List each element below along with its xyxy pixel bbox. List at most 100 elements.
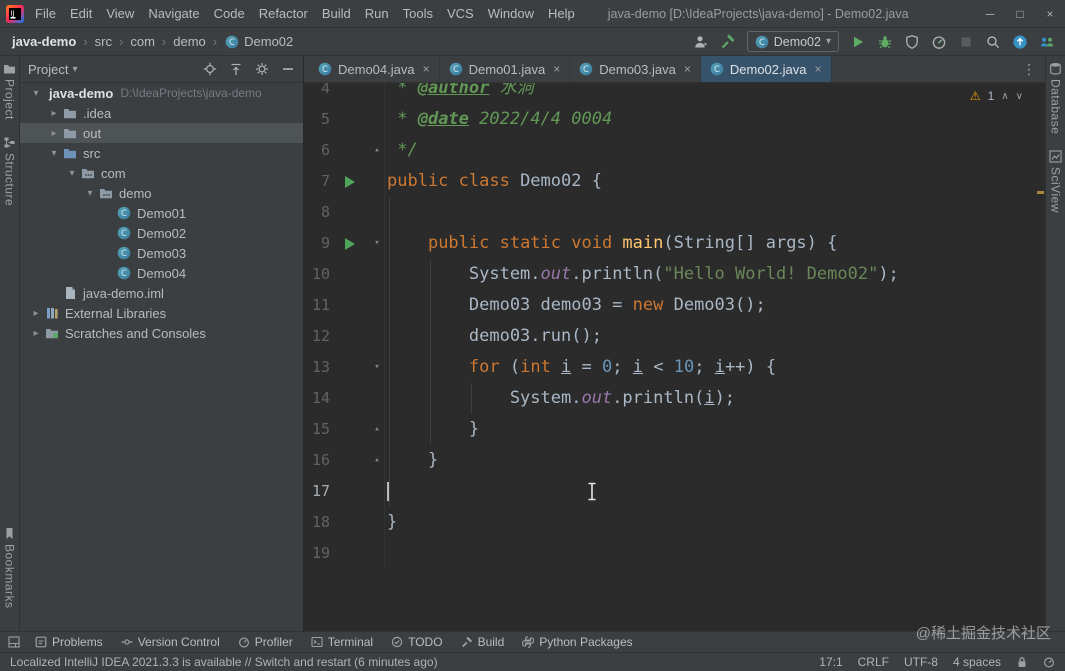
chevron-right-icon[interactable]: ▸ bbox=[28, 308, 44, 319]
build-hammer-icon[interactable] bbox=[720, 34, 736, 50]
tool-window-button-problems[interactable]: Problems bbox=[26, 632, 112, 652]
tool-window-button-project[interactable]: Project bbox=[3, 62, 17, 120]
gear-icon[interactable] bbox=[255, 62, 269, 76]
error-stripe-warning-mark[interactable] bbox=[1037, 191, 1044, 194]
tab-demo02-java[interactable]: CDemo02.java× bbox=[701, 56, 832, 82]
run-configuration-select[interactable]: CDemo02▾ bbox=[747, 31, 839, 52]
close-button[interactable]: × bbox=[1035, 0, 1065, 27]
code-line-4[interactable]: 4 * @author 水洞 bbox=[304, 83, 1045, 104]
debug-icon[interactable] bbox=[877, 34, 893, 50]
next-issue-icon[interactable]: ∨ bbox=[1016, 91, 1023, 102]
lock-icon[interactable] bbox=[1016, 656, 1028, 668]
tree-item-out[interactable]: ▸out bbox=[20, 123, 303, 143]
tool-window-button-version-control[interactable]: Version Control bbox=[112, 632, 229, 652]
tree-item-com[interactable]: ▾com bbox=[20, 163, 303, 183]
tool-window-button-terminal[interactable]: Terminal bbox=[302, 632, 382, 652]
chevron-right-icon[interactable]: ▸ bbox=[28, 328, 44, 339]
line-separator-widget[interactable]: CRLF bbox=[858, 655, 889, 669]
tree-item-demo02[interactable]: CDemo02 bbox=[20, 223, 303, 243]
tree-item-java-demo[interactable]: ▾java-demoD:\IdeaProjects\java-demo bbox=[20, 83, 303, 103]
project-panel-title[interactable]: Project bbox=[28, 62, 68, 77]
run-icon[interactable] bbox=[850, 34, 866, 50]
breadcrumb-item-src[interactable]: src bbox=[93, 34, 114, 49]
breadcrumb-item-java-demo[interactable]: java-demo bbox=[10, 34, 78, 49]
chevron-down-icon[interactable]: ▾ bbox=[72, 64, 77, 75]
fold-up-icon[interactable]: ▴ bbox=[370, 445, 384, 476]
more-tabs-icon[interactable]: ⋮ bbox=[1022, 61, 1036, 78]
code-line-8[interactable]: 8 bbox=[304, 197, 1045, 228]
code-line-9[interactable]: 9▾ public static void main(String[] args… bbox=[304, 228, 1045, 259]
menu-edit[interactable]: Edit bbox=[63, 6, 99, 21]
tree-item-demo04[interactable]: CDemo04 bbox=[20, 263, 303, 283]
tree-item-demo01[interactable]: CDemo01 bbox=[20, 203, 303, 223]
menu-refactor[interactable]: Refactor bbox=[252, 6, 315, 21]
tree-item-idea[interactable]: ▸.idea bbox=[20, 103, 303, 123]
tree-item-demo[interactable]: ▾demo bbox=[20, 183, 303, 203]
code-line-5[interactable]: 5 * @date 2022/4/4 0004 bbox=[304, 104, 1045, 135]
menu-help[interactable]: Help bbox=[541, 6, 582, 21]
breadcrumb-item-demo[interactable]: demo bbox=[171, 34, 208, 49]
menu-run[interactable]: Run bbox=[358, 6, 396, 21]
editor[interactable]: 4 * @author 水洞5 * @date 2022/4/4 00046▴ … bbox=[304, 83, 1045, 631]
tool-window-button-database[interactable]: Database bbox=[1049, 62, 1063, 134]
search-icon[interactable] bbox=[985, 34, 1001, 50]
code-line-15[interactable]: 15▴ } bbox=[304, 414, 1045, 445]
breadcrumb-item-com[interactable]: com bbox=[128, 34, 157, 49]
fold-up-icon[interactable]: ▴ bbox=[370, 414, 384, 445]
inspections-widget[interactable]: ⚠ 1 ∧ ∨ bbox=[970, 89, 1023, 103]
menu-navigate[interactable]: Navigate bbox=[141, 6, 206, 21]
code-with-me-icon[interactable] bbox=[1039, 34, 1055, 50]
chevron-down-icon[interactable]: ▾ bbox=[82, 188, 98, 199]
code-line-11[interactable]: 11 Demo03 demo03 = new Demo03(); bbox=[304, 290, 1045, 321]
tree-item-external-libraries[interactable]: ▸External Libraries bbox=[20, 303, 303, 323]
collapse-all-icon[interactable] bbox=[229, 62, 243, 76]
chevron-down-icon[interactable]: ▾ bbox=[28, 88, 44, 99]
user-icon[interactable] bbox=[693, 34, 709, 50]
close-icon[interactable]: × bbox=[684, 62, 691, 76]
code-line-19[interactable]: 19 bbox=[304, 538, 1045, 569]
tool-window-button-structure[interactable]: Structure bbox=[3, 136, 17, 206]
chevron-right-icon[interactable]: ▸ bbox=[46, 108, 62, 119]
code-line-7[interactable]: 7public class Demo02 { bbox=[304, 166, 1045, 197]
tool-window-button-todo[interactable]: TODO bbox=[382, 632, 451, 652]
close-icon[interactable]: × bbox=[423, 62, 430, 76]
run-line-icon[interactable] bbox=[345, 176, 355, 188]
tool-window-button-python-packages[interactable]: Python Packages bbox=[513, 632, 641, 652]
code-line-13[interactable]: 13▾ for (int i = 0; i < 10; i++) { bbox=[304, 352, 1045, 383]
fold-up-icon[interactable]: ▴ bbox=[370, 135, 384, 166]
tab-demo04-java[interactable]: CDemo04.java× bbox=[309, 56, 440, 82]
status-message[interactable]: Localized IntelliJ IDEA 2021.3.3 is avai… bbox=[10, 655, 438, 669]
encoding-widget[interactable]: UTF-8 bbox=[904, 655, 938, 669]
code-line-10[interactable]: 10 System.out.println("Hello World! Demo… bbox=[304, 259, 1045, 290]
close-icon[interactable]: × bbox=[814, 62, 821, 76]
menu-build[interactable]: Build bbox=[315, 6, 358, 21]
menu-vcs[interactable]: VCS bbox=[440, 6, 481, 21]
fold-down-icon[interactable]: ▾ bbox=[370, 228, 384, 259]
tree-item-demo03[interactable]: CDemo03 bbox=[20, 243, 303, 263]
breadcrumb-item-demo02[interactable]: CDemo02 bbox=[222, 34, 295, 49]
code-line-16[interactable]: 16▴ } bbox=[304, 445, 1045, 476]
menu-window[interactable]: Window bbox=[481, 6, 541, 21]
tool-window-button-build[interactable]: Build bbox=[452, 632, 514, 652]
menu-code[interactable]: Code bbox=[207, 6, 252, 21]
tab-demo01-java[interactable]: CDemo01.java× bbox=[440, 56, 571, 82]
profiler-icon[interactable] bbox=[931, 34, 947, 50]
tool-window-button-sciview[interactable]: SciView bbox=[1049, 150, 1063, 213]
maximize-button[interactable]: □ bbox=[1005, 0, 1035, 27]
tree-item-java-demo-iml[interactable]: java-demo.iml bbox=[20, 283, 303, 303]
hide-panel-icon[interactable] bbox=[281, 62, 295, 76]
fold-down-icon[interactable]: ▾ bbox=[370, 352, 384, 383]
menu-tools[interactable]: Tools bbox=[396, 6, 440, 21]
code-line-12[interactable]: 12 demo03.run(); bbox=[304, 321, 1045, 352]
menu-file[interactable]: File bbox=[28, 6, 63, 21]
code-line-6[interactable]: 6▴ */ bbox=[304, 135, 1045, 166]
indent-widget[interactable]: 4 spaces bbox=[953, 655, 1001, 669]
coverage-icon[interactable] bbox=[904, 34, 920, 50]
run-line-icon[interactable] bbox=[345, 238, 355, 250]
previous-issue-icon[interactable]: ∧ bbox=[1001, 91, 1008, 102]
stop-icon[interactable] bbox=[958, 34, 974, 50]
tool-window-button-profiler[interactable]: Profiler bbox=[229, 632, 302, 652]
tree-item-src[interactable]: ▾src bbox=[20, 143, 303, 163]
code-line-14[interactable]: 14 System.out.println(i); bbox=[304, 383, 1045, 414]
minimize-button[interactable]: ─ bbox=[975, 0, 1005, 27]
